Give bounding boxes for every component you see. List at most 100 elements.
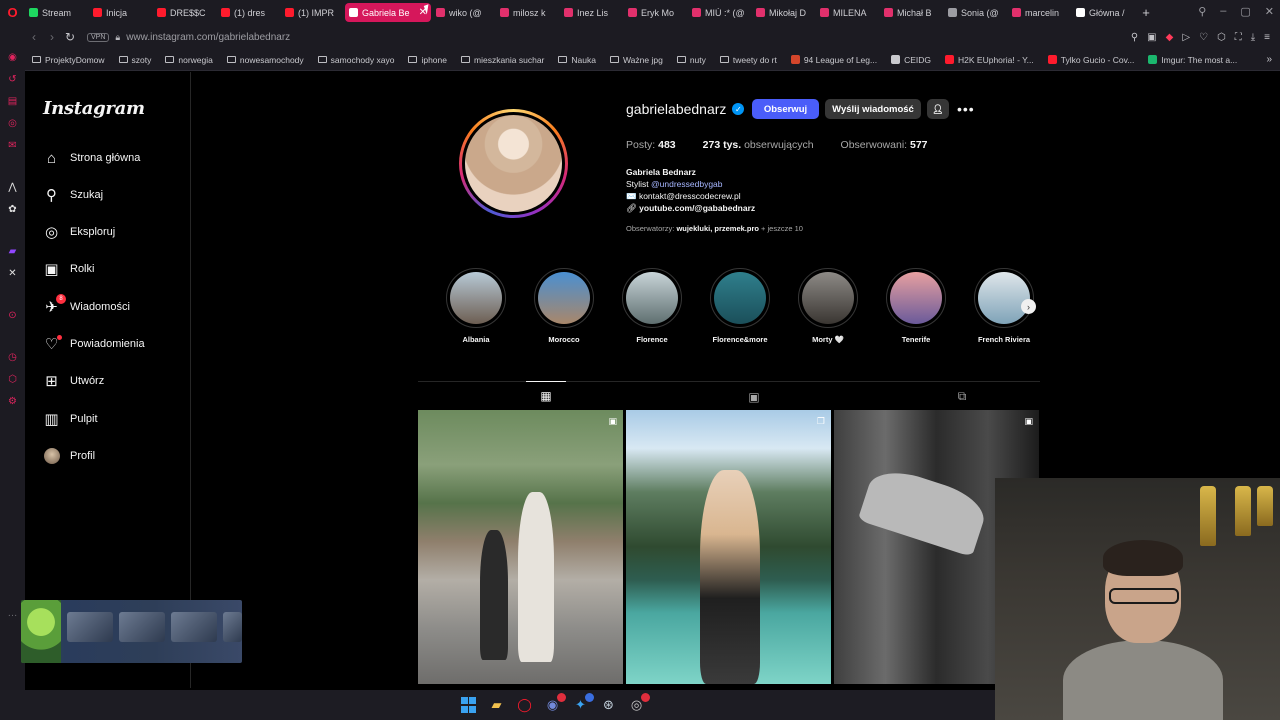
download-icon[interactable]: ⤓ xyxy=(1251,32,1255,43)
browser-tab[interactable]: MIÚ :* (@ xyxy=(688,3,751,22)
sidebar-ai-icon[interactable]: ⋀ xyxy=(7,181,19,193)
bookmark-item[interactable]: norwegia xyxy=(158,55,220,65)
messenger-taskbar-icon[interactable]: ✦ xyxy=(572,693,594,714)
extensions-icon[interactable]: ⬡ xyxy=(1217,32,1226,43)
stat-following[interactable]: Obserwowani: 577 xyxy=(841,139,928,151)
stat-followers[interactable]: 273 tys. obserwujących xyxy=(703,139,814,151)
followed-by[interactable]: Obserwatorzy: wujekluki, przemek.pro + j… xyxy=(626,224,803,233)
story-highlight[interactable]: Morocco xyxy=(534,268,594,344)
sidebar-settings-icon[interactable]: ⚙ xyxy=(7,395,19,407)
sidebar-mail-icon[interactable]: ✉ xyxy=(7,139,19,151)
bookmark-item[interactable]: 94 League of Leg... xyxy=(784,55,884,65)
send-message-button[interactable]: Wyślij wiadomość xyxy=(825,99,921,119)
instagram-logo[interactable]: Instagram xyxy=(43,98,145,119)
browser-tab[interactable]: Eryk Mo xyxy=(624,3,687,22)
browser-tab[interactable]: MILENA xyxy=(816,3,879,22)
sidebar-messenger-icon[interactable]: ◉ xyxy=(7,51,19,63)
steam-icon[interactable]: ⊛ xyxy=(600,696,618,714)
reload-icon[interactable]: ↻ xyxy=(61,30,79,44)
tab-tagged-icon[interactable]: ⧉ xyxy=(942,382,982,411)
minimize-icon[interactable]: – xyxy=(1220,5,1226,18)
search-tabs-icon[interactable]: ⚲ xyxy=(1198,5,1206,18)
vpn-badge[interactable]: VPN xyxy=(87,32,110,42)
menu-icon[interactable]: ≡ xyxy=(1264,32,1270,43)
browser-tab[interactable]: Mikołaj D xyxy=(752,3,815,22)
browser-tab[interactable]: marcelin xyxy=(1008,3,1071,22)
tab-reels-icon[interactable]: ▣ xyxy=(734,382,774,411)
browser-tab[interactable]: milosz k xyxy=(496,3,559,22)
story-highlight[interactable]: Morty 🤍 xyxy=(798,268,858,344)
browser-tab[interactable]: Michał B xyxy=(880,3,943,22)
opera-logo-icon[interactable]: O xyxy=(0,0,25,25)
close-window-icon[interactable]: ✕ xyxy=(1265,5,1274,18)
bookmark-item[interactable]: ProjektyDomow xyxy=(25,55,112,65)
file-explorer-icon[interactable]: ▰ xyxy=(488,696,506,714)
nav-item-heart[interactable]: ♡ Powiadomienia xyxy=(43,332,145,356)
sidebar-player-icon[interactable]: ⊙ xyxy=(7,309,19,321)
bookmark-item[interactable]: mieszkania suchar xyxy=(454,55,551,65)
bookmark-item[interactable]: samochody xayo xyxy=(311,55,402,65)
new-tab-plus-icon[interactable]: + xyxy=(1136,5,1156,20)
sidebar-twitch-icon[interactable]: ▰ xyxy=(7,245,19,257)
browser-tab[interactable]: Główna / xyxy=(1072,3,1135,22)
bookmark-item[interactable]: Ważne jpg xyxy=(603,55,670,65)
more-options-icon[interactable]: ••• xyxy=(957,101,975,117)
bio-external-link[interactable]: youtube.com/@gababednarz xyxy=(639,203,755,213)
bookmark-item[interactable]: Tylko Gucio - Cov... xyxy=(1041,55,1142,65)
bookmark-item[interactable]: H2K EUphoria! - Y... xyxy=(938,55,1041,65)
story-highlight[interactable]: Florence xyxy=(622,268,682,344)
suggested-users-icon[interactable]: 👤︎ xyxy=(927,99,949,119)
sidebar-clock-icon[interactable]: ◷ xyxy=(7,351,19,363)
maximize-icon[interactable]: ▢ xyxy=(1240,5,1250,18)
nav-item-reels[interactable]: ▣ Rolki xyxy=(43,257,94,281)
sidebar-instagram-icon[interactable]: ◎ xyxy=(7,117,19,129)
follow-button[interactable]: Obserwuj xyxy=(752,99,819,119)
browser-tab[interactable]: Inez Lis xyxy=(560,3,623,22)
play-icon[interactable]: ▷ xyxy=(1182,32,1190,43)
windows-start-icon[interactable] xyxy=(460,696,478,714)
bookmark-item[interactable]: szoty xyxy=(112,55,159,65)
bookmark-heart-icon[interactable]: ♡ xyxy=(1199,32,1208,43)
obs-icon[interactable]: ◎ xyxy=(628,693,650,714)
browser-tab[interactable]: (1) dres xyxy=(217,3,280,22)
nav-item-home[interactable]: ⌂ Strona główna xyxy=(43,146,140,170)
browser-tab[interactable]: (1) IMPR xyxy=(281,3,344,22)
browser-tab[interactable]: Inicja xyxy=(89,3,152,22)
discord-icon[interactable]: ◉ xyxy=(544,693,566,714)
bookmark-item[interactable]: CEIDG xyxy=(884,55,938,65)
nav-item-compass[interactable]: ◎ Eksploruj xyxy=(43,220,115,244)
wallet-icon[interactable]: ⛶ xyxy=(1235,32,1242,43)
story-highlight[interactable]: Florence&more xyxy=(710,268,770,344)
bio-tag-link[interactable]: @undressedbygab xyxy=(651,179,722,189)
opera-taskbar-icon[interactable]: ◯ xyxy=(516,696,534,714)
story-highlight[interactable]: Albania xyxy=(446,268,506,344)
post-tile[interactable]: ▣ xyxy=(418,410,623,684)
browser-tab[interactable]: Sonia (@ xyxy=(944,3,1007,22)
tab-posts-grid-icon[interactable]: ▦ xyxy=(526,381,566,410)
sidebar-chatgpt-icon[interactable]: ✿ xyxy=(7,203,19,215)
lock-icon[interactable]: 🔒︎ xyxy=(115,32,120,43)
sidebar-x-icon[interactable]: ✕ xyxy=(7,267,19,279)
bookmark-item[interactable]: Nauka xyxy=(551,55,603,65)
browser-tab[interactable]: Gabriela Be ✕ xyxy=(345,3,431,22)
pin-icon[interactable]: ⚲ xyxy=(1131,32,1138,43)
browser-tab[interactable]: DRE$$C xyxy=(153,3,216,22)
nav-item-search[interactable]: ⚲ Szukaj xyxy=(43,183,103,207)
bookmark-item[interactable]: iphone xyxy=(401,55,454,65)
bookmarks-more-icon[interactable]: » xyxy=(1266,54,1280,65)
sidebar-extensions-icon[interactable]: ⬡ xyxy=(7,373,19,385)
nav-item-avatar[interactable]: Profil xyxy=(43,444,95,468)
nav-item-messenger[interactable]: ✈ 8 Wiadomości xyxy=(43,293,130,319)
snapshot-icon[interactable]: ▣ xyxy=(1147,32,1156,43)
bookmark-item[interactable]: tweety do rt xyxy=(713,55,784,65)
bookmark-item[interactable]: nuty xyxy=(670,55,713,65)
bookmark-item[interactable]: Imgur: The most a... xyxy=(1141,55,1244,65)
forward-icon[interactable]: › xyxy=(43,30,61,44)
post-tile[interactable]: ❐ xyxy=(626,410,831,684)
nav-item-create[interactable]: ⊞ Utwórz xyxy=(43,369,104,393)
bookmark-item[interactable]: nowesamochody xyxy=(220,55,311,65)
profile-picture[interactable] xyxy=(459,109,568,218)
browser-tab[interactable]: Stream xyxy=(25,3,88,22)
highlights-next-icon[interactable]: › xyxy=(1021,299,1036,314)
back-icon[interactable]: ‹ xyxy=(25,30,43,44)
